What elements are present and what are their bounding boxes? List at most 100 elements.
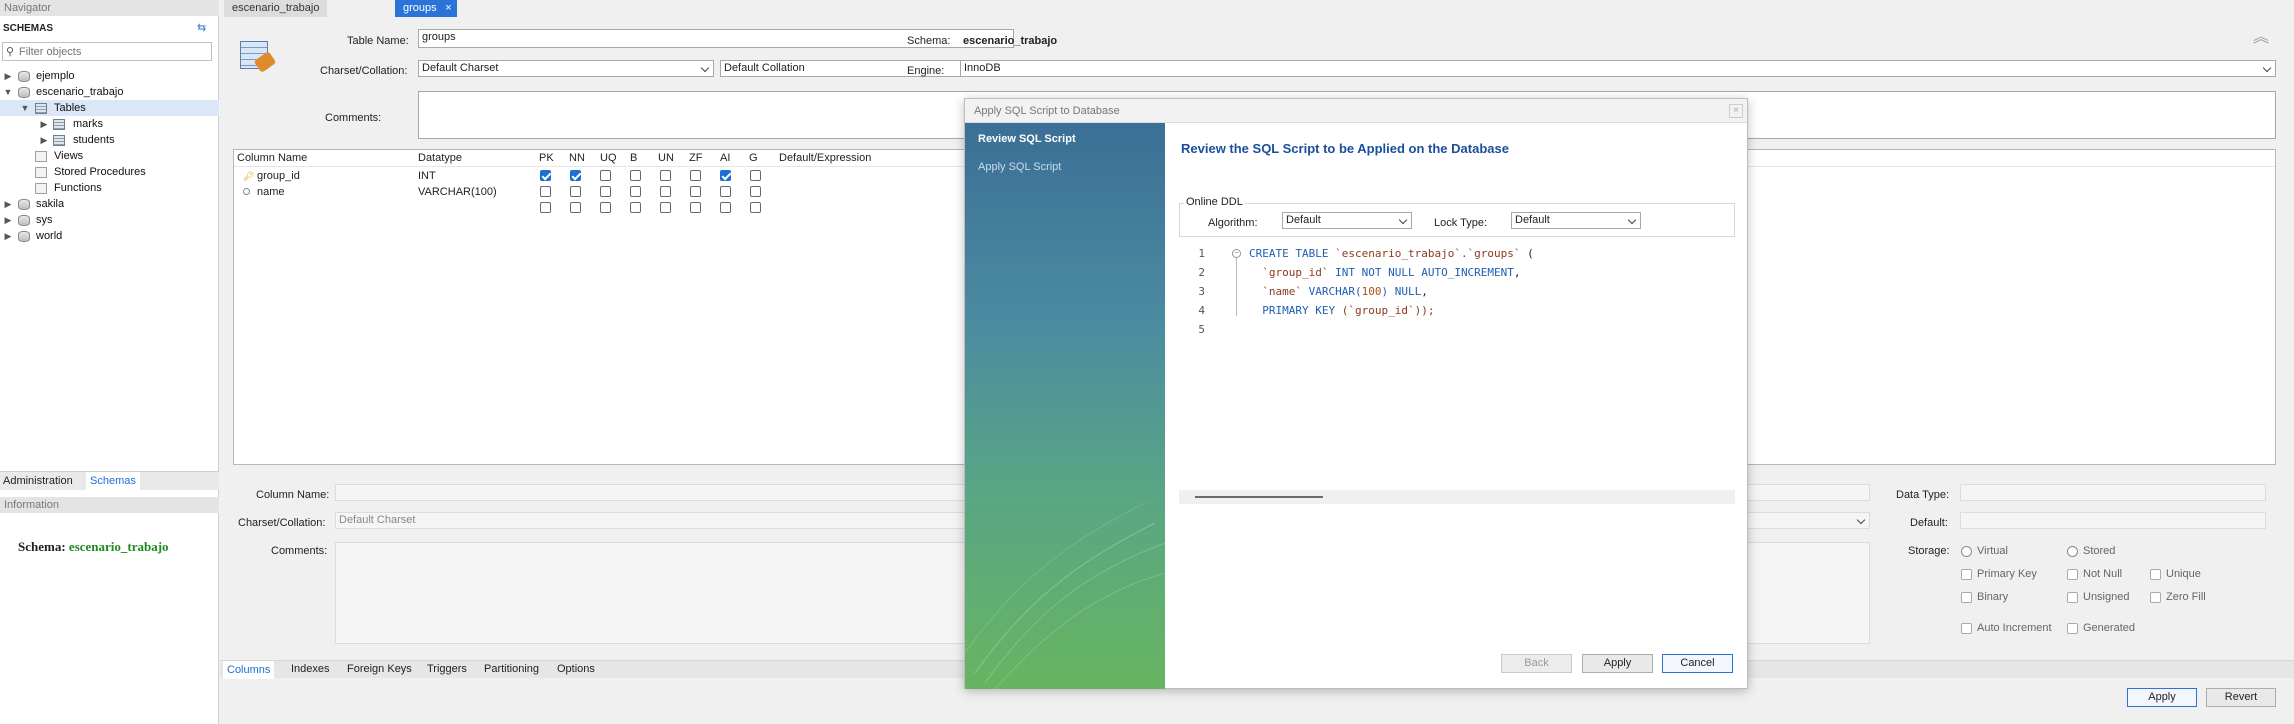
unsigned-checkbox[interactable] <box>2067 592 2078 603</box>
header-ai[interactable]: AI <box>720 151 730 166</box>
apply-button[interactable]: Apply <box>2127 688 2197 707</box>
storage-stored-radio[interactable] <box>2067 546 2078 557</box>
flag-checkbox[interactable] <box>660 170 671 181</box>
flag-checkbox[interactable] <box>750 186 761 197</box>
collapse-panel-icon[interactable]: ︽ <box>2250 27 2272 49</box>
unique-checkbox[interactable] <box>2150 569 2161 580</box>
data-type-input[interactable] <box>1960 484 2266 501</box>
tab-indexes[interactable]: Indexes <box>291 663 330 675</box>
flag-checkbox[interactable] <box>690 170 701 181</box>
flag-checkbox[interactable] <box>750 170 761 181</box>
flag-checkbox[interactable] <box>720 170 731 181</box>
flag-checkbox[interactable] <box>750 202 761 213</box>
expand-arrow-icon[interactable]: ▶ <box>3 68 13 84</box>
storage-virtual-radio[interactable] <box>1961 546 1972 557</box>
header-zf[interactable]: ZF <box>689 151 702 166</box>
tab-columns[interactable]: Columns <box>223 661 275 679</box>
zero-fill-checkbox[interactable] <box>2150 592 2161 603</box>
binary-checkbox[interactable] <box>1961 592 1972 603</box>
flag-checkbox[interactable] <box>630 202 641 213</box>
tree-item-stored-procedures[interactable]: Stored Procedures <box>0 164 219 180</box>
auto-increment-checkbox[interactable] <box>1961 623 1972 634</box>
engine-select[interactable]: InnoDB <box>960 60 2276 77</box>
tab-administration[interactable]: Administration <box>3 475 73 487</box>
horizontal-scrollbar[interactable] <box>1179 490 1735 504</box>
default-input[interactable] <box>1960 512 2266 529</box>
close-icon[interactable]: × <box>445 0 451 17</box>
expand-arrow-icon[interactable]: ▶ <box>3 212 13 228</box>
tree-item-world[interactable]: ▶ world <box>0 228 219 244</box>
tab-options[interactable]: Options <box>557 663 595 675</box>
expand-arrow-icon[interactable]: ▶ <box>39 132 49 148</box>
header-column-name[interactable]: Column Name <box>237 151 307 166</box>
tree-item-sys[interactable]: ▶ sys <box>0 212 219 228</box>
flag-checkbox[interactable] <box>660 202 671 213</box>
not-null-checkbox[interactable] <box>2067 569 2078 580</box>
header-un[interactable]: UN <box>658 151 674 166</box>
cell-datatype[interactable]: VARCHAR(100) <box>418 185 497 200</box>
refresh-icon[interactable]: ⇆ <box>197 22 209 34</box>
header-pk[interactable]: PK <box>539 151 554 166</box>
tree-item-tables[interactable]: ▼ Tables <box>0 100 219 116</box>
flag-checkbox[interactable] <box>600 202 611 213</box>
collapse-arrow-icon[interactable]: ▼ <box>3 84 13 100</box>
header-b[interactable]: B <box>630 151 637 166</box>
flag-checkbox[interactable] <box>540 186 551 197</box>
flag-checkbox[interactable] <box>690 202 701 213</box>
header-default[interactable]: Default/Expression <box>779 151 871 166</box>
flag-checkbox[interactable] <box>630 186 641 197</box>
tree-item-escenario-trabajo[interactable]: ▼ escenario_trabajo <box>0 84 219 100</box>
algorithm-select[interactable]: Default <box>1282 212 1412 229</box>
flag-checkbox[interactable] <box>570 202 581 213</box>
flag-checkbox[interactable] <box>540 202 551 213</box>
tree-item-marks[interactable]: ▶ marks <box>0 116 219 132</box>
cell-column-name[interactable]: name <box>257 185 285 200</box>
tab-schemas[interactable]: Schemas <box>86 472 140 491</box>
tab-groups-table[interactable]: groups - Table × <box>395 0 457 31</box>
tree-item-label: sakila <box>36 198 65 210</box>
tab-foreign-keys[interactable]: Foreign Keys <box>347 663 412 675</box>
header-g[interactable]: G <box>749 151 758 166</box>
tab-schema[interactable]: escenario_trabajo - Schema <box>224 0 328 31</box>
filter-input[interactable] <box>19 44 207 59</box>
flag-checkbox[interactable] <box>600 186 611 197</box>
header-datatype[interactable]: Datatype <box>418 151 462 166</box>
flag-checkbox[interactable] <box>630 170 641 181</box>
fold-icon[interactable]: − <box>1232 249 1241 258</box>
tab-triggers[interactable]: Triggers <box>427 663 467 675</box>
flag-checkbox[interactable] <box>690 186 701 197</box>
collapse-arrow-icon[interactable]: ▼ <box>20 100 30 116</box>
flag-checkbox[interactable] <box>720 186 731 197</box>
cell-column-name[interactable]: group_id <box>257 169 300 184</box>
tree-item-views[interactable]: Views <box>0 148 219 164</box>
tree-item-students[interactable]: ▶ students <box>0 132 219 148</box>
cell-datatype[interactable]: INT <box>418 169 436 184</box>
back-button[interactable]: Back <box>1501 654 1572 673</box>
flag-checkbox[interactable] <box>600 170 611 181</box>
charset-select[interactable]: Default Charset <box>418 60 714 77</box>
expand-arrow-icon[interactable]: ▶ <box>3 228 13 244</box>
sql-editor[interactable]: 1 2 3 4 5 − CREATE TABLE `escenario_trab… <box>1179 244 1735 489</box>
header-uq[interactable]: UQ <box>600 151 617 166</box>
tree-item-label: escenario_trabajo <box>36 86 124 98</box>
header-nn[interactable]: NN <box>569 151 585 166</box>
flag-checkbox[interactable] <box>720 202 731 213</box>
tree-item-ejemplo[interactable]: ▶ ejemplo <box>0 68 219 84</box>
dialog-cancel-button[interactable]: Cancel <box>1662 654 1733 673</box>
flag-checkbox[interactable] <box>660 186 671 197</box>
expand-arrow-icon[interactable]: ▶ <box>3 196 13 212</box>
tree-item-functions[interactable]: Functions <box>0 180 219 196</box>
flag-checkbox[interactable] <box>570 170 581 181</box>
generated-checkbox[interactable] <box>2067 623 2078 634</box>
dialog-apply-button[interactable]: Apply <box>1582 654 1653 673</box>
tree-item-sakila[interactable]: ▶ sakila <box>0 196 219 212</box>
dialog-close-icon[interactable]: × <box>1729 104 1743 118</box>
flag-checkbox[interactable] <box>570 186 581 197</box>
expand-arrow-icon[interactable]: ▶ <box>39 116 49 132</box>
tab-partitioning[interactable]: Partitioning <box>484 663 539 675</box>
revert-button[interactable]: Revert <box>2206 688 2276 707</box>
lock-type-select[interactable]: Default <box>1511 212 1641 229</box>
scrollbar-thumb[interactable] <box>1195 496 1323 498</box>
flag-checkbox[interactable] <box>540 170 551 181</box>
primary-key-checkbox[interactable] <box>1961 569 1972 580</box>
